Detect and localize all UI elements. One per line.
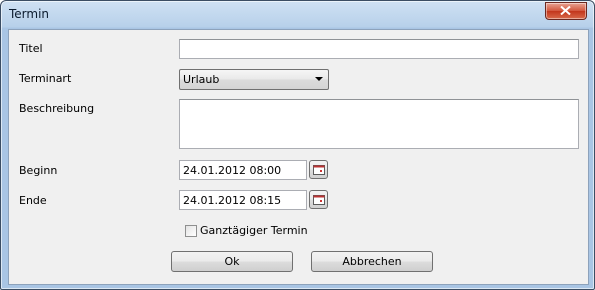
terminart-selected-value: Urlaub bbox=[183, 73, 220, 86]
ganztaegig-checkbox[interactable] bbox=[185, 225, 197, 237]
calendar-icon bbox=[313, 195, 325, 205]
close-button[interactable] bbox=[545, 2, 587, 20]
terminart-label: Terminart bbox=[19, 72, 72, 85]
dialog-window: Termin Titel Terminart Urlaub Beschreibu… bbox=[0, 0, 595, 290]
ende-value: 24.01.2012 08:15 bbox=[183, 194, 282, 207]
titel-input[interactable] bbox=[179, 39, 579, 59]
calendar-icon bbox=[313, 165, 325, 175]
ganztaegig-label[interactable]: Ganztägiger Termin bbox=[200, 224, 308, 237]
chevron-down-icon bbox=[315, 77, 323, 81]
window-title: Termin bbox=[9, 7, 50, 21]
abbrechen-button[interactable]: Abbrechen bbox=[311, 251, 433, 272]
beginn-calendar-button[interactable] bbox=[309, 160, 328, 179]
ok-button[interactable]: Ok bbox=[171, 251, 293, 272]
beschreibung-label: Beschreibung bbox=[19, 102, 95, 115]
beginn-label: Beginn bbox=[19, 164, 58, 177]
ende-label: Ende bbox=[19, 194, 47, 207]
terminart-select[interactable]: Urlaub bbox=[179, 69, 329, 90]
ende-datetime-input[interactable]: 24.01.2012 08:15 bbox=[179, 190, 307, 210]
beschreibung-textarea[interactable] bbox=[179, 99, 579, 149]
titel-label: Titel bbox=[19, 42, 43, 55]
beginn-datetime-input[interactable]: 24.01.2012 08:00 bbox=[179, 160, 307, 180]
ende-calendar-button[interactable] bbox=[309, 190, 328, 209]
close-icon bbox=[560, 6, 571, 15]
dialog-client-area: Titel Terminart Urlaub Beschreibung Begi… bbox=[8, 29, 589, 285]
title-bar[interactable]: Termin bbox=[1, 1, 594, 29]
beginn-value: 24.01.2012 08:00 bbox=[183, 164, 282, 177]
